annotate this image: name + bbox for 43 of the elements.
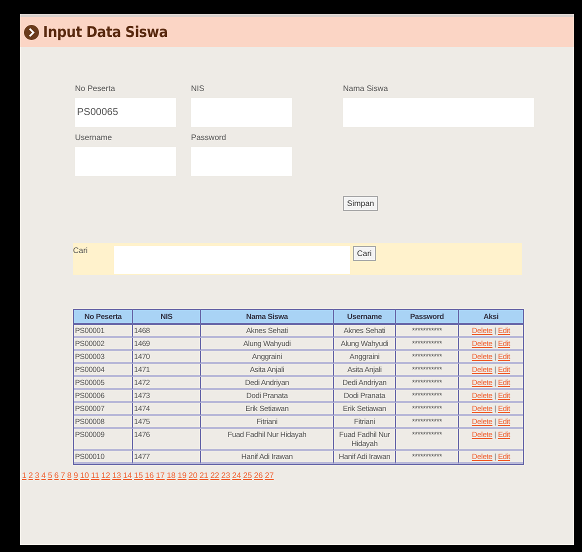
page-link[interactable]: 15 [134, 471, 143, 480]
page-link[interactable]: 26 [254, 471, 263, 480]
page-link[interactable]: 27 [264, 471, 274, 480]
field-label: Username [75, 133, 113, 143]
page-link[interactable]: 7 [60, 471, 66, 480]
page-link[interactable]: 10 [80, 471, 89, 480]
page-link[interactable]: 19 [178, 471, 187, 480]
page-title: Input Data Siswa [43, 23, 168, 41]
page-link[interactable]: 17 [156, 471, 165, 480]
page-link[interactable]: 1 [22, 471, 26, 480]
page-link[interactable]: 18 [166, 471, 176, 480]
input-field[interactable] [343, 98, 534, 127]
page-link[interactable]: 12 [101, 471, 110, 480]
page-link[interactable]: 20 [188, 471, 198, 480]
page-link[interactable]: 2 [28, 471, 33, 480]
page-link[interactable]: 24 [232, 471, 242, 480]
page-link[interactable]: 11 [90, 471, 100, 480]
search-label: Cari [73, 246, 89, 256]
page-link[interactable]: 22 [210, 471, 220, 480]
chevron-icon [24, 24, 39, 40]
field-label: Nama Siswa [343, 84, 389, 94]
input-field[interactable] [191, 98, 292, 127]
search-button[interactable]: Cari [353, 246, 376, 261]
field-label: NIS [191, 84, 206, 94]
page-link[interactable]: 14 [123, 471, 132, 480]
field-label: Password [191, 133, 228, 143]
page-link[interactable]: 21 [199, 471, 208, 480]
page-link[interactable]: 16 [144, 471, 154, 480]
page-link[interactable]: 23 [221, 471, 230, 480]
input-field[interactable] [75, 147, 176, 176]
page-link[interactable]: 6 [54, 471, 59, 480]
page-link[interactable]: 4 [41, 471, 46, 480]
page-link[interactable]: 3 [34, 471, 40, 480]
field-label: No Peserta [75, 84, 116, 94]
page-link[interactable]: 5 [48, 471, 52, 480]
save-button[interactable]: Simpan [343, 196, 378, 211]
input-field[interactable] [191, 147, 292, 176]
page-link[interactable]: 9 [74, 471, 78, 480]
input-field[interactable]: PS00065 [75, 98, 176, 127]
page-link[interactable]: 8 [67, 471, 72, 480]
search-field[interactable] [114, 246, 350, 274]
page-link[interactable]: 25 [243, 471, 252, 480]
page-link[interactable]: 13 [112, 471, 122, 480]
